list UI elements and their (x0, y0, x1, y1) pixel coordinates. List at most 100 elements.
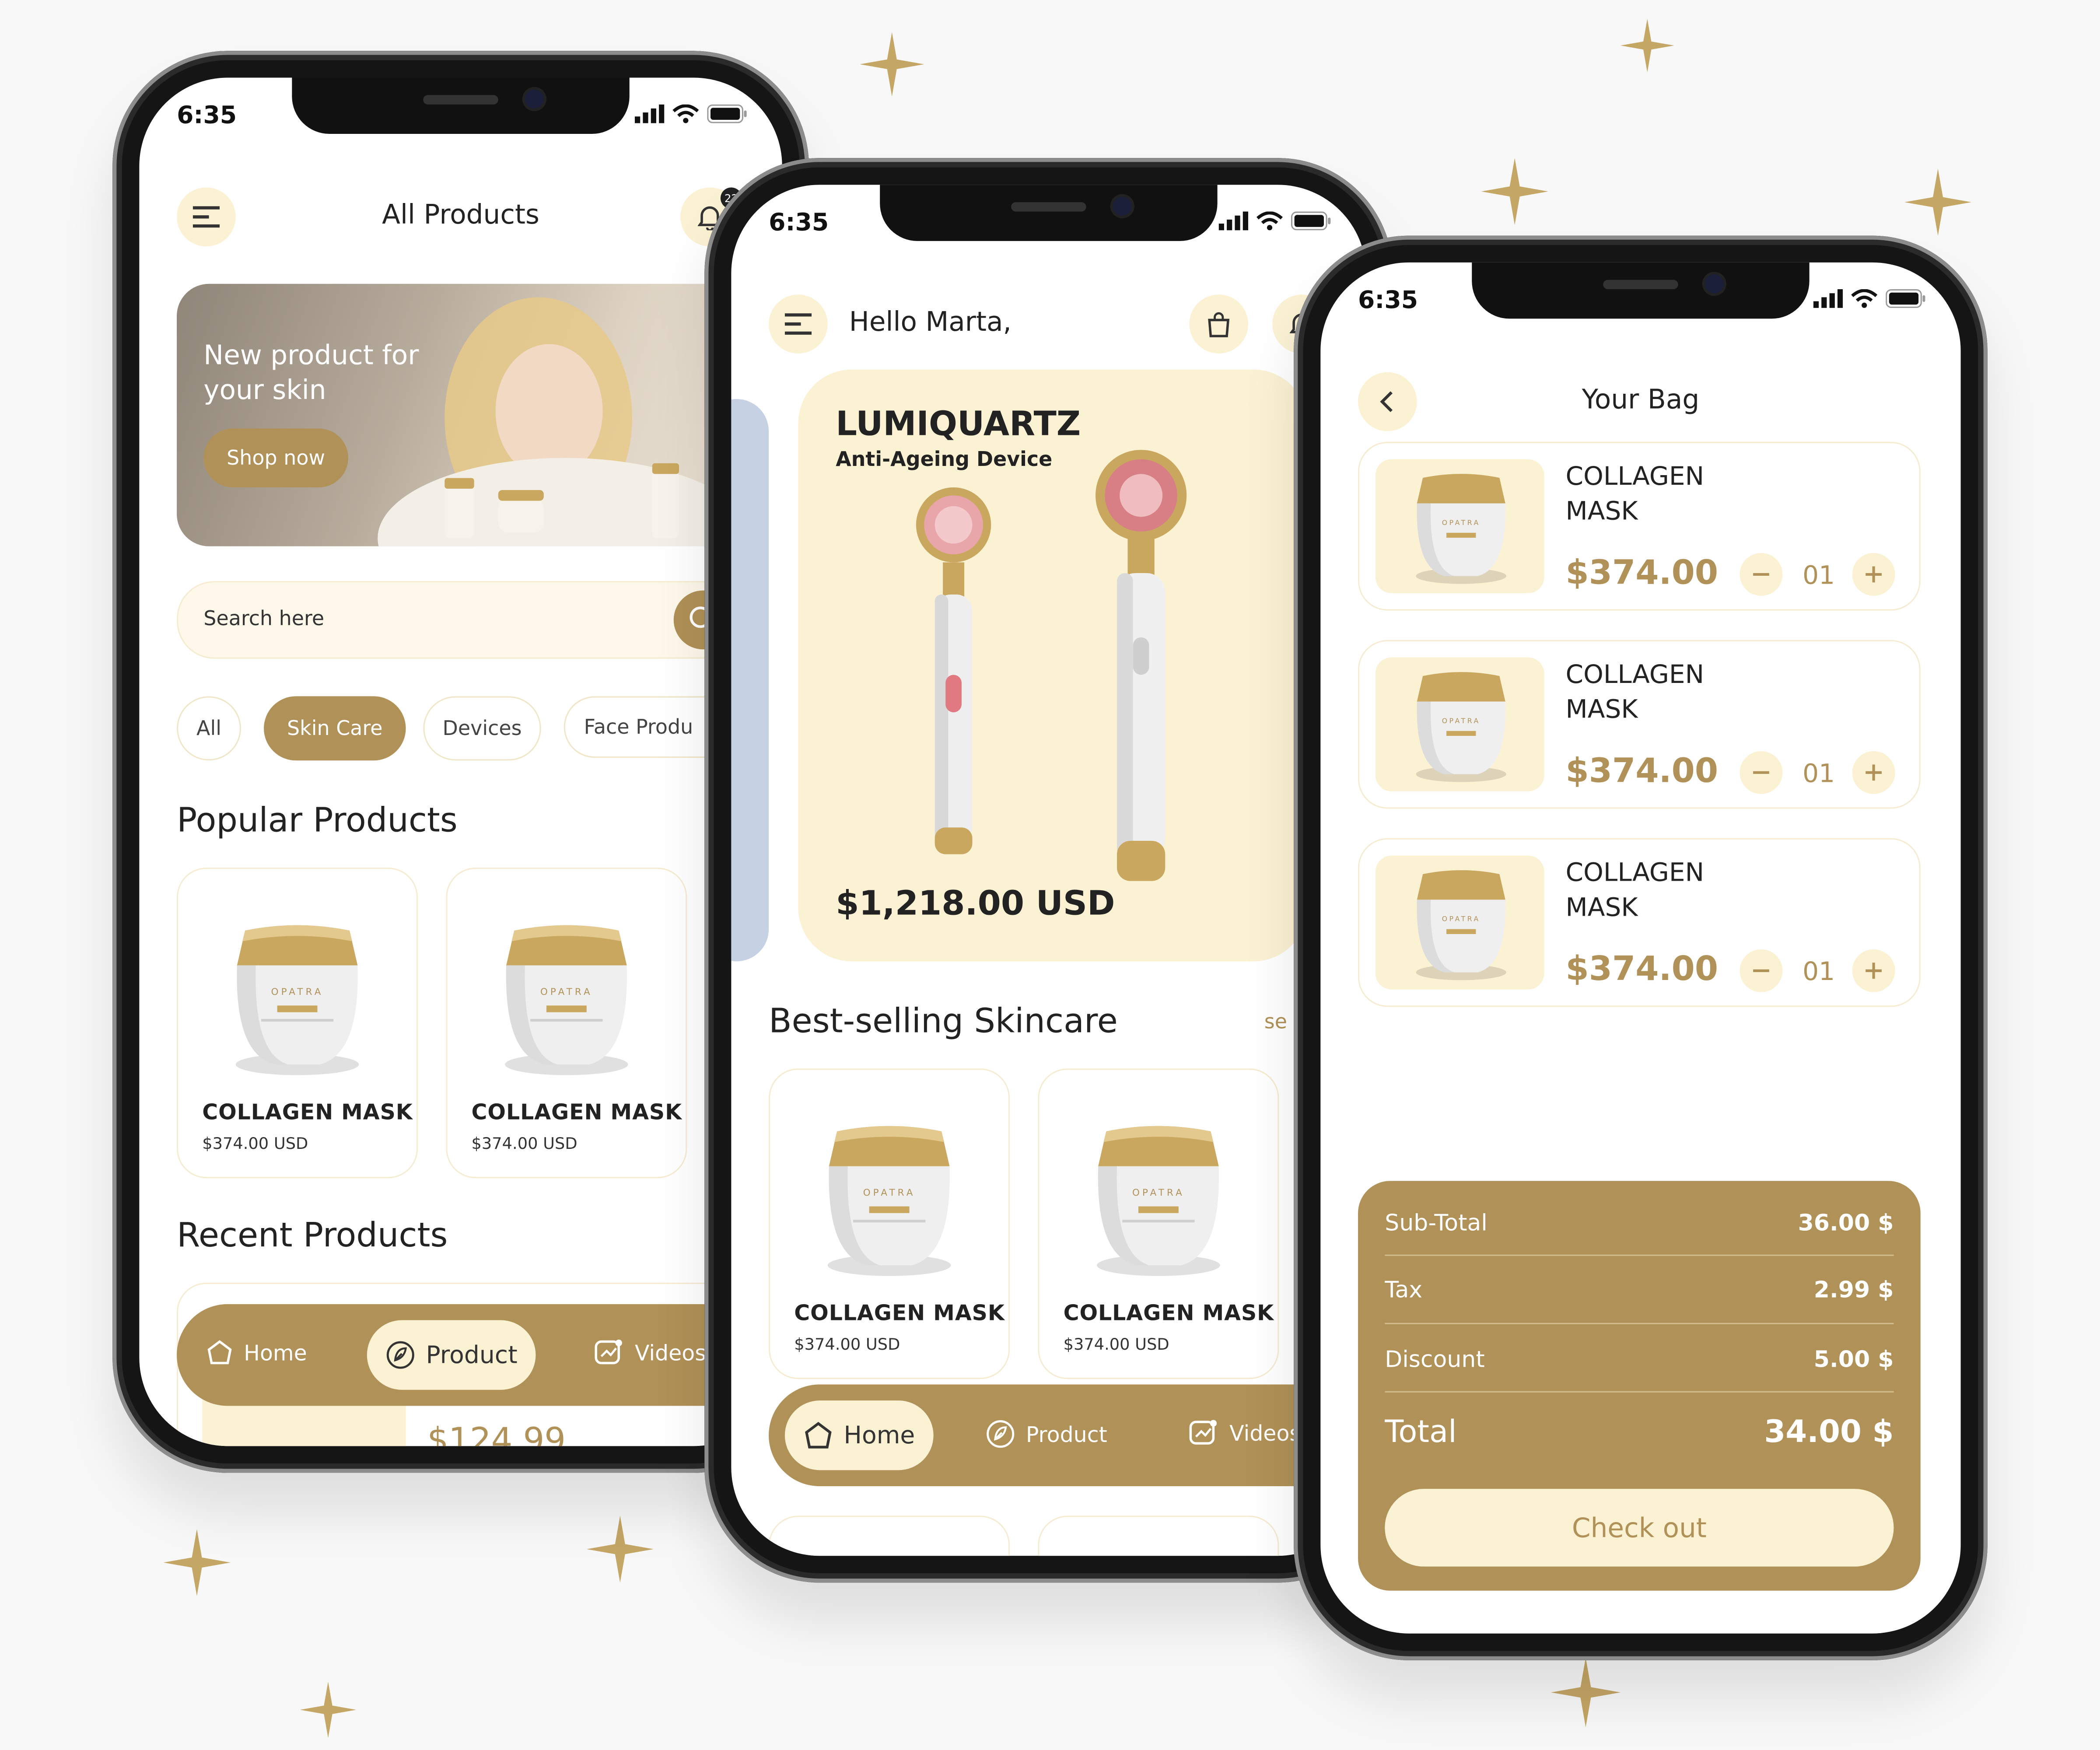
sparkle-icon (1904, 168, 1972, 236)
divider (1385, 1254, 1894, 1256)
divider (1385, 1391, 1894, 1393)
phone-notch (880, 185, 1218, 241)
menu-button[interactable] (769, 294, 828, 354)
product-image: OPATRA (1416, 672, 1507, 782)
cart-item-name: COLLAGEN MASK (1566, 459, 1704, 529)
nav-home-label: Home (244, 1339, 307, 1365)
chip-all[interactable]: All (177, 696, 242, 761)
increase-qty-button[interactable] (1852, 751, 1895, 794)
product-name: COLLAGEN MASK (471, 1099, 682, 1125)
product-card[interactable] (1038, 1516, 1279, 1556)
product-price: $374.00 USD (202, 1134, 308, 1153)
sparkle-icon (300, 1681, 357, 1738)
nav-videos-label: Videos (1229, 1420, 1301, 1446)
status-time: 6:35 (1358, 286, 1418, 315)
nav-product-label: Product (426, 1340, 518, 1369)
product-card[interactable]: OPATRA COLLAGEN MASK $374.00 USD (177, 868, 418, 1179)
status-time: 6:35 (177, 102, 237, 130)
screen-your-bag: 6:35 Your Bag OPATRA COLLAGEN MASK $374.… (1320, 262, 1961, 1634)
mockup-scene: 6:35 All Products 22 New product for you… (0, 0, 2100, 1750)
signal-icon (635, 104, 665, 123)
signal-icon (1218, 211, 1249, 231)
phone-notch (1472, 262, 1810, 319)
menu-icon (784, 313, 812, 335)
phone-your-bag: 6:35 Your Bag OPATRA COLLAGEN MASK $374.… (1294, 235, 1988, 1660)
recent-product-price: $124.99 (427, 1421, 566, 1446)
tax-value: 2.99 $ (1813, 1277, 1894, 1304)
svg-text:OPATRA: OPATRA (271, 987, 324, 998)
decrease-qty-button[interactable] (1740, 751, 1783, 794)
shop-now-button[interactable]: Shop now (203, 428, 348, 487)
svg-text:OPATRA: OPATRA (1442, 518, 1480, 527)
minus-icon (1753, 771, 1769, 774)
recent-products-title: Recent Products (177, 1215, 448, 1255)
nav-product[interactable]: Product (367, 1320, 536, 1390)
cart-item[interactable]: OPATRA COLLAGEN MASK $374.00 01 (1358, 640, 1921, 809)
search-placeholder: Search here (203, 606, 325, 631)
bag-button[interactable] (1189, 294, 1249, 354)
nav-videos[interactable]: Videos (1189, 1419, 1301, 1446)
signal-icon (1813, 289, 1843, 308)
home-icon (207, 1340, 232, 1365)
decrease-qty-button[interactable] (1740, 949, 1783, 992)
increase-qty-button[interactable] (1852, 949, 1895, 992)
screen-home: 6:35 Hello Marta, LUMIQUARTZ Anti-Ageing… (731, 185, 1366, 1556)
plus-icon (1866, 764, 1882, 781)
svg-text:OPATRA: OPATRA (1442, 717, 1480, 725)
promo-banner[interactable]: New product for your skin Shop now (177, 284, 739, 546)
plus-icon (1866, 566, 1882, 583)
nav-home[interactable]: Home (784, 1400, 934, 1470)
cart-item-name-line: COLLAGEN (1565, 462, 1704, 492)
product-image: OPATRA (1416, 870, 1507, 980)
bottom-nav: Home Product Videos (769, 1384, 1345, 1487)
increase-qty-button[interactable] (1852, 553, 1895, 596)
checkout-button[interactable]: Check out (1385, 1489, 1894, 1567)
svg-text:OPATRA: OPATRA (1442, 915, 1480, 923)
banner-heading-line: your skin (203, 373, 326, 406)
product-image: OPATRA (1416, 474, 1507, 584)
cart-item-name: COLLAGEN MASK (1566, 856, 1704, 925)
product-image: OPATRA (505, 925, 628, 1075)
leaf-icon (987, 1420, 1015, 1448)
nav-product[interactable]: Product (986, 1419, 1107, 1449)
total-label: Total (1385, 1415, 1457, 1450)
sparkle-icon (860, 32, 924, 97)
minus-icon (1753, 573, 1769, 576)
product-name: COLLAGEN MASK (202, 1099, 413, 1125)
nav-videos[interactable]: Videos (595, 1339, 706, 1365)
total-value: 34.00 $ (1764, 1415, 1894, 1450)
product-card[interactable]: OPATRA COLLAGEN MASK $374.00 USD (1038, 1068, 1279, 1379)
cart-item[interactable]: OPATRA COLLAGEN MASK $374.00 01 (1358, 838, 1921, 1007)
cart-item[interactable]: OPATRA COLLAGEN MASK $374.00 01 (1358, 441, 1921, 611)
subtotal-value: 36.00 $ (1798, 1210, 1894, 1237)
battery-icon (1886, 289, 1925, 308)
greeting: Hello Marta, (849, 305, 1012, 338)
search-bar[interactable]: Search here (177, 581, 742, 659)
cart-item-price: $374.00 (1565, 949, 1718, 988)
svg-text:OPATRA: OPATRA (540, 987, 593, 998)
plus-icon (1866, 962, 1882, 979)
sparkle-icon (1620, 18, 1674, 73)
cart-item-name-line: COLLAGEN (1565, 858, 1704, 888)
cart-item-price: $374.00 (1565, 553, 1718, 592)
cart-item-qty: 01 (1802, 759, 1835, 789)
cart-item-name-line: MASK (1565, 695, 1638, 724)
sparkle-icon (1481, 158, 1548, 225)
decrease-qty-button[interactable] (1740, 553, 1783, 596)
product-card[interactable]: OPATRA COLLAGEN MASK $374.00 USD (446, 868, 687, 1179)
home-icon (805, 1422, 832, 1449)
nav-home-label: Home (844, 1421, 915, 1449)
chip-devices[interactable]: Devices (423, 696, 541, 761)
product-card[interactable]: OPATRA COLLAGEN MASK $374.00 USD (769, 1068, 1010, 1379)
video-icon (595, 1339, 622, 1365)
leaf-icon (386, 1341, 414, 1369)
tax-label: Tax (1385, 1277, 1423, 1304)
see-all-link[interactable]: se (1264, 1010, 1287, 1034)
hidden-banner-edge (731, 399, 769, 962)
nav-videos-label: Videos (635, 1339, 706, 1365)
chip-skin-care[interactable]: Skin Care (264, 696, 406, 761)
screen-all-products: 6:35 All Products 22 New product for you… (139, 77, 782, 1446)
nav-home[interactable]: Home (206, 1339, 307, 1365)
product-card[interactable] (769, 1516, 1010, 1556)
hero-product-card[interactable]: LUMIQUARTZ Anti-Ageing Device $1,218.00 … (798, 369, 1307, 962)
